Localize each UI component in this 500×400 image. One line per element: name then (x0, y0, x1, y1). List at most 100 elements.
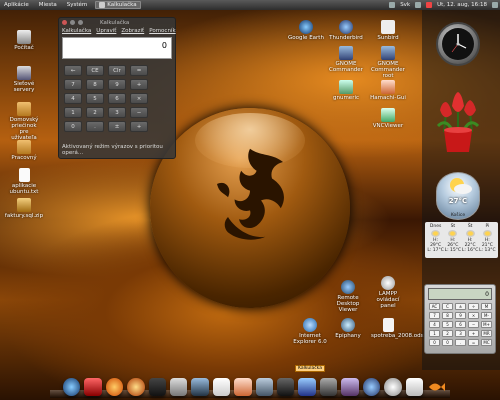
text-editor-icon[interactable] (212, 378, 231, 396)
desktop-icon-home[interactable]: Domovský priečinok pre užívateľa (0, 102, 48, 141)
email-icon[interactable] (298, 378, 316, 396)
key-decimal[interactable]: . (86, 121, 104, 132)
key-4[interactable]: 4 (64, 93, 82, 104)
forecast-day-label: Dnes (429, 224, 442, 229)
desktop-icon-hamachi[interactable]: Hamachi-Gui (364, 80, 412, 101)
hamachi-icon[interactable] (234, 378, 252, 396)
gadget-key[interactable]: 0 (429, 339, 440, 346)
firefox-icon[interactable] (105, 378, 124, 396)
desktop-icon-computer[interactable]: Počítač (0, 30, 48, 51)
panel-clock[interactable]: Ut, 12. aug, 16:18 (437, 2, 487, 8)
key-6[interactable]: 6 (108, 93, 126, 104)
gadget-key[interactable]: C (442, 303, 453, 310)
menu-system[interactable]: Systém (65, 2, 90, 8)
network-icon[interactable] (389, 2, 396, 8)
gadget-key[interactable]: 9 (455, 312, 466, 319)
key-equals[interactable]: = (130, 65, 148, 76)
calculator-icon[interactable] (170, 378, 188, 396)
desktop-icon-text-file[interactable]: aplikacie ubuntu.txt (0, 168, 48, 195)
google-earth-icon[interactable] (63, 378, 81, 396)
update-icon[interactable] (426, 2, 433, 8)
fish-icon[interactable] (427, 378, 445, 396)
pidgin-icon[interactable] (341, 378, 359, 396)
gadget-key[interactable]: ÷ (468, 303, 479, 310)
maximize-icon[interactable] (78, 20, 83, 25)
gadget-key[interactable]: × (468, 312, 479, 319)
volume-icon[interactable] (415, 2, 422, 8)
terminal-icon[interactable] (148, 378, 167, 396)
gadget-key[interactable]: M- (481, 312, 492, 319)
gadget-key[interactable]: = (468, 339, 479, 346)
gadget-key[interactable]: M (481, 303, 492, 310)
key-8[interactable]: 8 (86, 79, 104, 90)
menu-places[interactable]: Miesta (37, 2, 59, 8)
gadget-key[interactable]: 4 (429, 321, 440, 328)
power-icon[interactable] (492, 2, 498, 8)
desktop-icon-zip[interactable]: faktury.sql.zip (0, 198, 48, 219)
desktop-icon-gnome-commander[interactable]: GNOME Commander (322, 46, 370, 73)
gadget-key[interactable]: 1 (429, 330, 440, 337)
key-0[interactable]: 0 (64, 121, 82, 132)
key-clr[interactable]: Clr (108, 65, 126, 76)
menu-edit[interactable]: Upraviť (96, 28, 116, 34)
key-5[interactable]: 5 (86, 93, 104, 104)
desktop-icon-sunbird[interactable]: Sunbird (364, 20, 412, 41)
key-3[interactable]: 3 (108, 107, 126, 118)
menu-calculator[interactable]: Kalkulačka (62, 28, 91, 34)
key-7[interactable]: 7 (64, 79, 82, 90)
gadget-key[interactable]: AC (429, 303, 440, 310)
clock-icon[interactable] (384, 378, 402, 396)
desktop-icon-vncviewer[interactable]: VNCViewer (364, 108, 412, 129)
gadget-key[interactable]: M+ (481, 321, 492, 328)
key-multiply[interactable]: × (130, 93, 148, 104)
gadget-key[interactable]: ± (455, 303, 466, 310)
menu-view[interactable]: Zobraziť (121, 28, 144, 34)
gadget-key[interactable]: 5 (442, 321, 453, 328)
display-icon[interactable] (255, 378, 274, 396)
menu-applications[interactable]: Aplikácie (2, 2, 31, 8)
key-2[interactable]: 2 (86, 107, 104, 118)
document-icon[interactable] (405, 378, 423, 396)
gadget-key[interactable]: 2 (442, 330, 453, 337)
desktop-icon-gnome-commander-root[interactable]: GNOME Commander root (364, 46, 412, 79)
gadget-key[interactable]: 8 (442, 312, 453, 319)
screensaver-icon[interactable] (277, 378, 295, 396)
gadget-key[interactable]: . (455, 339, 466, 346)
calculator-gadget[interactable]: 0 AC C ± ÷ M 7 8 9 × M- 4 5 6 − M+ 1 2 3… (424, 284, 496, 354)
key-1[interactable]: 1 (64, 107, 82, 118)
key-backspace[interactable]: ← (64, 65, 82, 76)
user-name[interactable]: Svk (400, 2, 410, 8)
gadget-key[interactable]: MR (481, 330, 492, 337)
desktop-icon-gnumeric[interactable]: gnumeric (322, 80, 370, 101)
desktop-icon-spreadsheet-file[interactable]: spotreba_2008.ods (364, 318, 423, 339)
key-subtract[interactable]: − (130, 107, 148, 118)
gadget-key[interactable]: 0 (442, 339, 453, 346)
thunderbird-icon[interactable] (362, 378, 381, 396)
gadget-key[interactable]: 6 (455, 321, 466, 328)
gadget-key[interactable]: MC (481, 339, 492, 346)
key-add[interactable]: + (130, 79, 148, 90)
gadget-key[interactable]: + (468, 330, 479, 337)
minimize-icon[interactable] (70, 20, 75, 25)
gadget-key[interactable]: 3 (455, 330, 466, 337)
shredder-icon[interactable] (319, 378, 338, 396)
firefox-alt-icon[interactable] (127, 378, 145, 396)
calculator-titlebar[interactable]: Kalkulačka (59, 18, 175, 27)
desktop-icon-network-servers[interactable]: Sieťové servery (0, 66, 48, 93)
taskbar-calculator-button[interactable]: Kalkulačka (95, 1, 141, 9)
gadget-key[interactable]: − (468, 321, 479, 328)
network-icon[interactable] (191, 378, 209, 396)
desktop-icon-lampp[interactable]: LAMPP ovládací panel (364, 276, 412, 309)
key-sign[interactable]: ± (108, 121, 126, 132)
tv-icon[interactable] (84, 378, 102, 396)
key-ce[interactable]: CE (86, 65, 104, 76)
gadget-key[interactable]: 7 (429, 312, 440, 319)
menu-help[interactable]: Pomocník (149, 28, 175, 34)
desktop-icon-thunderbird[interactable]: Thunderbird (322, 20, 370, 41)
close-icon[interactable] (62, 20, 67, 25)
key-9[interactable]: 9 (108, 79, 126, 90)
desktop-icon-work[interactable]: Pracovný (0, 140, 48, 161)
calculator-window[interactable]: Kalkulačka Kalkulačka Upraviť Zobraziť P… (58, 17, 176, 159)
key-plus[interactable]: + (130, 121, 148, 132)
analog-clock-gadget[interactable] (436, 22, 480, 66)
